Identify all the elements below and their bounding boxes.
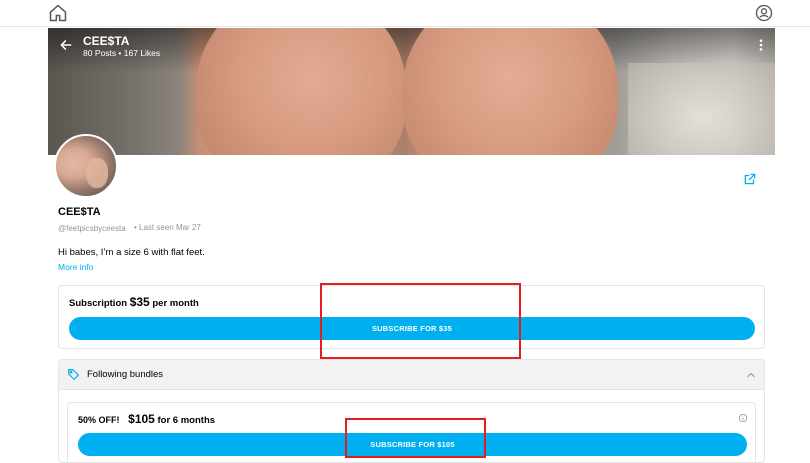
info-icon[interactable]: [738, 413, 748, 423]
bundle-discount: 50% OFF!: [78, 415, 120, 425]
chevron-up-icon[interactable]: [745, 369, 757, 381]
bundles-title: Following bundles: [87, 369, 164, 380]
home-icon[interactable]: [48, 3, 68, 23]
cover-photo-left-foot: [196, 28, 406, 155]
profile-bio: Hi babes, I’m a size 6 with flat feet.: [58, 247, 205, 258]
bundle-price-label: 50% OFF! $105 for 6 months: [78, 412, 215, 426]
user-circle-icon[interactable]: [754, 3, 774, 23]
profile-display-name: CEE$TA: [58, 206, 101, 218]
subscription-period: per month: [152, 298, 199, 309]
last-seen-status: • Last seen Mar 27: [134, 223, 201, 232]
cover-profile-name: CEE$TA: [83, 34, 130, 48]
cover-photo-right-foot: [403, 28, 618, 155]
bundle-duration: for 6 months: [157, 415, 216, 426]
cover-photo-rug: [628, 63, 775, 155]
bundle-price: $105: [128, 412, 155, 426]
tag-icon: [68, 369, 79, 380]
more-info-link[interactable]: More info: [58, 262, 93, 272]
subscription-label: Subscription: [69, 298, 128, 309]
profile-handle: @feetpicsbyceesta: [58, 224, 126, 233]
arrow-left-icon[interactable]: [59, 38, 73, 52]
avatar[interactable]: [54, 134, 118, 198]
cover-profile-stats: 80 Posts • 167 Likes: [83, 48, 161, 58]
subscription-price-label: Subscription $35 per month: [69, 295, 199, 309]
highlight-box-subscribe: [320, 283, 521, 359]
share-icon[interactable]: [743, 172, 757, 186]
bundles-header[interactable]: Following bundles: [59, 360, 764, 390]
subscription-price: $35: [129, 295, 150, 309]
highlight-box-bundle: [345, 418, 486, 458]
top-bar: [0, 0, 810, 27]
kebab-icon[interactable]: [757, 38, 765, 52]
